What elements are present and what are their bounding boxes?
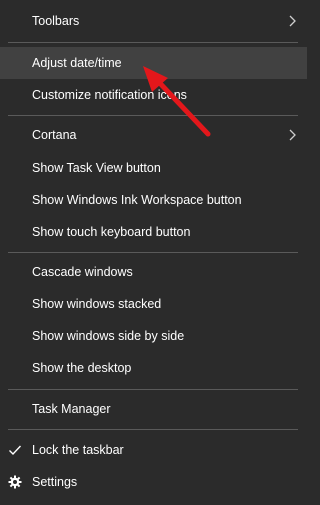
menu-item-label: Cascade windows	[32, 265, 133, 279]
menu-item-label: Show Task View button	[32, 161, 161, 175]
menu-item-label: Show touch keyboard button	[32, 225, 191, 239]
menu-item-cascade-windows[interactable]: Cascade windows	[0, 256, 307, 288]
menu-item-label: Show windows side by side	[32, 329, 185, 343]
check-icon	[9, 445, 22, 456]
menu-separator	[8, 389, 298, 390]
menu-separator	[8, 115, 298, 116]
menu-separator	[8, 429, 298, 430]
menu-item-label: Cortana	[32, 128, 77, 142]
menu-item-show-the-desktop[interactable]: Show the desktop	[0, 352, 307, 384]
chevron-right-icon	[289, 129, 296, 141]
menu-item-label: Adjust date/time	[32, 56, 122, 70]
menu-item-settings[interactable]: Settings	[0, 466, 307, 498]
menu-item-show-windows-stacked[interactable]: Show windows stacked	[0, 288, 307, 320]
menu-item-cortana[interactable]: Cortana	[0, 119, 307, 151]
menu-item-adjust-date-time[interactable]: Adjust date/time	[0, 47, 307, 79]
menu-item-label: Settings	[32, 475, 78, 489]
menu-separator	[8, 42, 298, 43]
menu-item-label: Customize notification icons	[32, 88, 187, 102]
menu-item-label: Show Windows Ink Workspace button	[32, 193, 242, 207]
taskbar-context-menu: Toolbars Adjust date/time Customize noti…	[0, 0, 307, 505]
menu-item-customize-notification-icons[interactable]: Customize notification icons	[0, 79, 307, 111]
menu-item-show-task-view-button[interactable]: Show Task View button	[0, 152, 307, 184]
chevron-right-icon	[289, 15, 296, 27]
menu-item-task-manager[interactable]: Task Manager	[0, 393, 307, 425]
menu-item-show-windows-side-by-side[interactable]: Show windows side by side	[0, 320, 307, 352]
gear-icon	[8, 475, 22, 489]
menu-item-label: Show windows stacked	[32, 297, 162, 311]
menu-item-label: Show the desktop	[32, 361, 132, 375]
menu-item-lock-the-taskbar[interactable]: Lock the taskbar	[0, 434, 307, 466]
menu-item-label: Task Manager	[32, 402, 111, 416]
menu-item-label: Lock the taskbar	[32, 443, 124, 457]
menu-item-show-touch-keyboard-button[interactable]: Show touch keyboard button	[0, 216, 307, 248]
menu-item-label: Toolbars	[32, 14, 80, 28]
menu-separator	[8, 252, 298, 253]
menu-item-toolbars[interactable]: Toolbars	[0, 5, 307, 37]
menu-item-show-windows-ink-workspace-button[interactable]: Show Windows Ink Workspace button	[0, 184, 307, 216]
